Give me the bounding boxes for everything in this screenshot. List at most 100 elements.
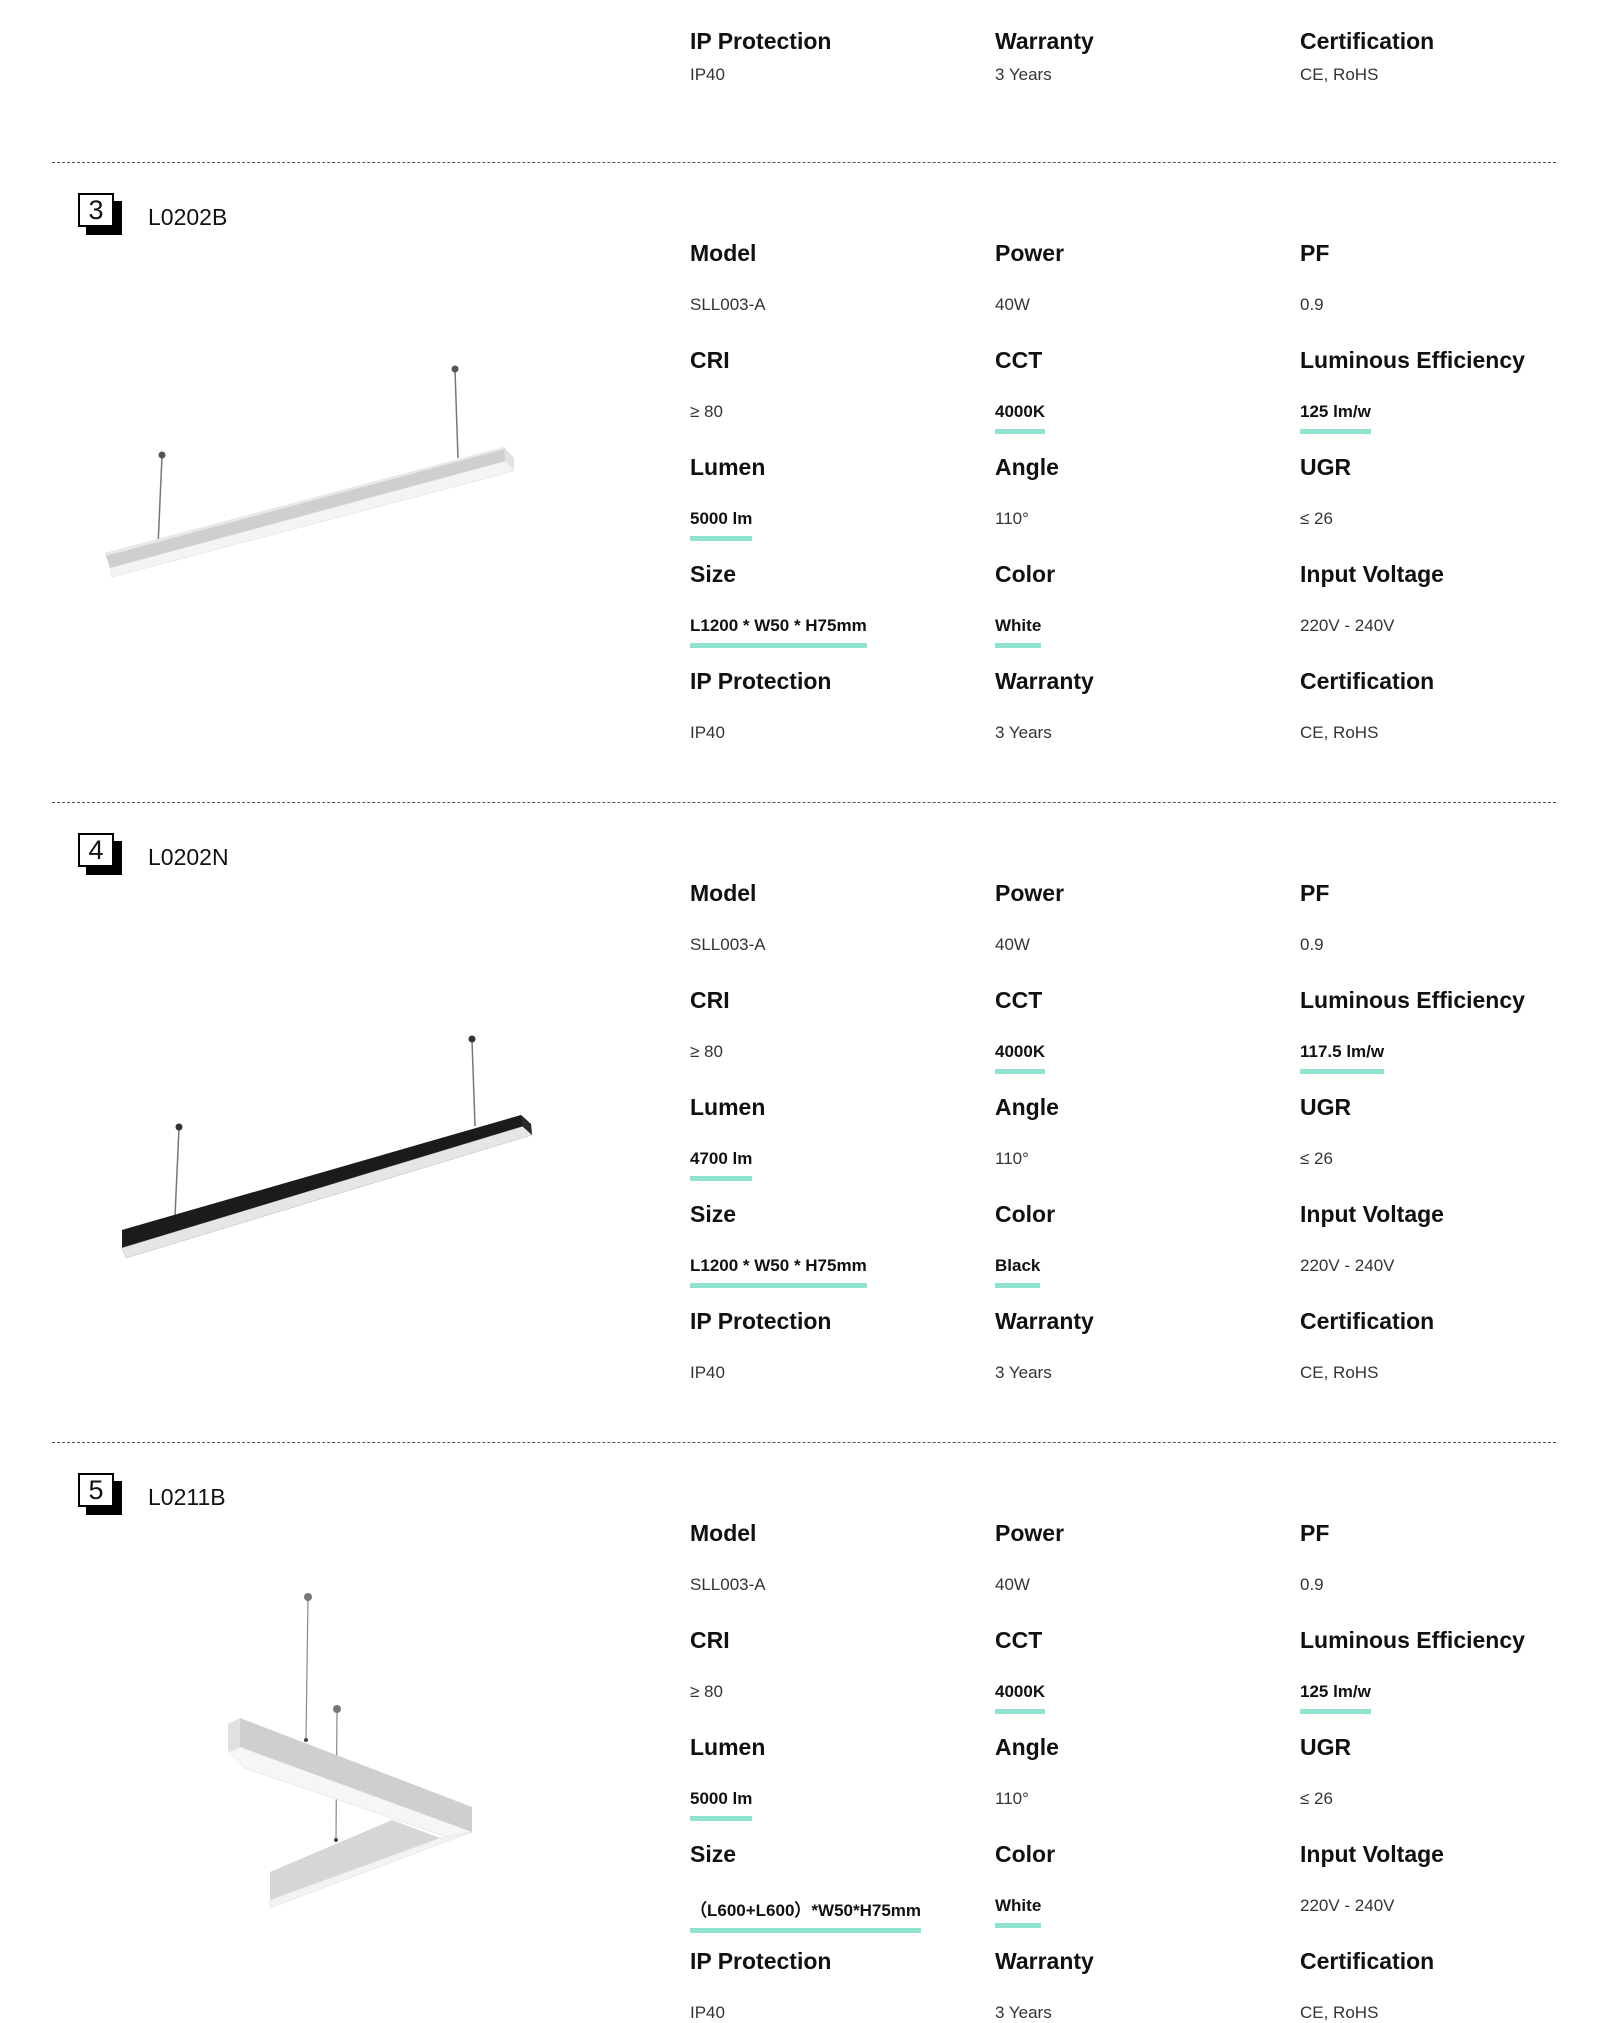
white-linear-pendant-light-image <box>100 350 540 600</box>
spec-angle: Angle 110° <box>995 454 1295 529</box>
spec-label: Angle <box>995 1094 1059 1120</box>
spec-label: UGR <box>1300 1734 1352 1760</box>
spec-label: Warranty <box>995 668 1094 694</box>
spec-value: 220V - 240V <box>1300 616 1395 635</box>
product-code: L0202B <box>148 204 228 230</box>
spec-label: Lumen <box>690 1734 766 1760</box>
section-divider <box>52 802 1556 803</box>
spec-value: IP40 <box>690 1363 725 1382</box>
spec-label: IP Protection <box>690 1308 832 1334</box>
white-v-shaped-pendant-light-image <box>210 1590 500 1920</box>
product-code: L0202N <box>148 844 229 870</box>
product-number: 3 <box>78 193 114 227</box>
spec-color: Color White <box>995 561 1295 648</box>
product-number-badge: 3 <box>78 193 122 235</box>
spec-value: 0.9 <box>1300 295 1324 314</box>
spec-label: Power <box>995 880 1065 906</box>
spec-label: Model <box>690 1520 757 1546</box>
spec-label: Luminous Efficiency <box>1300 347 1525 373</box>
spec-label: Warranty <box>995 1308 1094 1334</box>
spec-input-voltage: Input Voltage 220V - 240V <box>1300 1841 1600 1916</box>
spec-label: Certification <box>1300 668 1435 694</box>
spec-cct: CCT 4000K <box>995 987 1295 1074</box>
spec-value: IP40 <box>690 2003 725 2022</box>
spec-power: Power 40W <box>995 1520 1295 1595</box>
spec-ip-protection: IP Protection IP40 <box>690 1308 990 1383</box>
spec-certification: Certification CE, RoHS <box>1300 28 1600 85</box>
spec-lumen: Lumen 5000 lm <box>690 1734 990 1821</box>
spec-value: 3 Years <box>995 2003 1052 2022</box>
spec-value: CE, RoHS <box>1300 65 1379 84</box>
spec-label: Size <box>690 1841 737 1867</box>
spec-value: IP40 <box>690 723 725 742</box>
spec-label: Certification <box>1300 1948 1435 1974</box>
spec-label: Model <box>690 240 757 266</box>
spec-label: Angle <box>995 454 1059 480</box>
spec-model: Model SLL003-A <box>690 240 990 315</box>
spec-pf: PF 0.9 <box>1300 240 1600 315</box>
spec-label: Input Voltage <box>1300 561 1444 587</box>
spec-label: Power <box>995 1520 1065 1546</box>
spec-size: Size （L600+L600）*W50*H75mm <box>690 1841 990 1933</box>
spec-value: 110° <box>995 1149 1029 1168</box>
spec-value: White <box>995 616 1042 648</box>
spec-angle: Angle 110° <box>995 1094 1295 1169</box>
spec-label: Warranty <box>995 1948 1094 1974</box>
spec-label: CCT <box>995 347 1043 373</box>
spec-label: CCT <box>995 987 1043 1013</box>
spec-size: Size L1200 * W50 * H75mm <box>690 1201 990 1288</box>
spec-label: Input Voltage <box>1300 1841 1444 1867</box>
spec-value: 4000K <box>995 1682 1046 1714</box>
spec-value: 3 Years <box>995 1363 1052 1382</box>
spec-label: Size <box>690 1201 737 1227</box>
spec-ugr: UGR ≤ 26 <box>1300 1094 1600 1169</box>
spec-warranty: Warranty 3 Years <box>995 668 1295 743</box>
spec-cct: CCT 4000K <box>995 1627 1295 1714</box>
spec-cri: CRI ≥ 80 <box>690 1627 990 1702</box>
spec-certification: Certification CE, RoHS <box>1300 668 1600 743</box>
spec-value: SLL003-A <box>690 935 766 954</box>
spec-value: 4000K <box>995 1042 1046 1074</box>
spec-value: ≥ 80 <box>690 1682 723 1701</box>
spec-label: Size <box>690 561 737 587</box>
spec-value: 40W <box>995 935 1030 954</box>
black-linear-pendant-light-image <box>110 1020 550 1270</box>
spec-label: Lumen <box>690 454 766 480</box>
spec-label: PF <box>1300 240 1330 266</box>
spec-value: 40W <box>995 1575 1030 1594</box>
spec-warranty: Warranty 3 Years <box>995 1948 1295 2023</box>
spec-warranty: Warranty 3 Years <box>995 28 1295 85</box>
spec-value: SLL003-A <box>690 1575 766 1594</box>
spec-lumen: Lumen 5000 lm <box>690 454 990 541</box>
spec-certification: Certification CE, RoHS <box>1300 1308 1600 1383</box>
section-divider <box>52 162 1556 163</box>
spec-pf: PF 0.9 <box>1300 880 1600 955</box>
spec-value: 125 lm/w <box>1300 1682 1371 1714</box>
spec-label: Warranty <box>995 28 1094 54</box>
spec-value: 110° <box>995 1789 1029 1808</box>
spec-model: Model SLL003-A <box>690 1520 990 1595</box>
spec-value: CE, RoHS <box>1300 2003 1379 2022</box>
spec-value: ≤ 26 <box>1300 509 1333 528</box>
spec-label: Angle <box>995 1734 1059 1760</box>
spec-value: CE, RoHS <box>1300 723 1379 742</box>
spec-value: L1200 * W50 * H75mm <box>690 1256 867 1288</box>
spec-value: 0.9 <box>1300 1575 1324 1594</box>
spec-label: CRI <box>690 987 730 1013</box>
spec-color: Color White <box>995 1841 1295 1928</box>
spec-value: 5000 lm <box>690 1789 753 1821</box>
spec-ip-protection: IP Protection IP40 <box>690 1948 990 2023</box>
spec-value: ≥ 80 <box>690 1042 723 1061</box>
spec-value: 110° <box>995 509 1029 528</box>
spec-power: Power 40W <box>995 880 1295 955</box>
spec-label: Lumen <box>690 1094 766 1120</box>
spec-value: SLL003-A <box>690 295 766 314</box>
spec-value: L1200 * W50 * H75mm <box>690 616 867 648</box>
spec-value: IP40 <box>690 65 725 84</box>
spec-ugr: UGR ≤ 26 <box>1300 1734 1600 1809</box>
spec-label: Luminous Efficiency <box>1300 987 1525 1013</box>
spec-power: Power 40W <box>995 240 1295 315</box>
spec-value: 40W <box>995 295 1030 314</box>
spec-label: Luminous Efficiency <box>1300 1627 1525 1653</box>
spec-label: PF <box>1300 1520 1330 1546</box>
